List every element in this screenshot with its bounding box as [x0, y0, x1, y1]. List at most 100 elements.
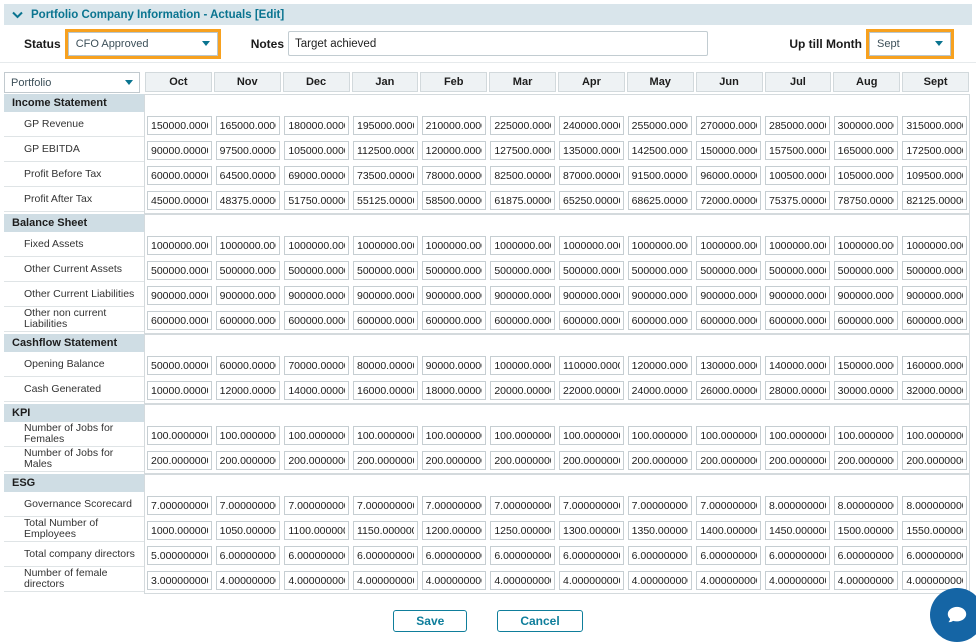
value-input[interactable]	[422, 521, 487, 540]
value-input[interactable]	[559, 521, 624, 540]
value-input[interactable]	[216, 261, 281, 280]
value-input[interactable]	[765, 311, 830, 330]
value-input[interactable]	[834, 286, 899, 305]
value-input[interactable]	[422, 546, 487, 565]
value-input[interactable]	[353, 261, 418, 280]
value-input[interactable]	[696, 521, 761, 540]
value-input[interactable]	[902, 261, 967, 280]
value-input[interactable]	[628, 451, 693, 470]
value-input[interactable]	[216, 116, 281, 135]
value-input[interactable]	[765, 381, 830, 400]
value-input[interactable]	[284, 356, 349, 375]
value-input[interactable]	[696, 426, 761, 445]
value-input[interactable]	[147, 236, 212, 255]
value-input[interactable]	[422, 166, 487, 185]
value-input[interactable]	[147, 311, 212, 330]
value-input[interactable]	[834, 496, 899, 515]
value-input[interactable]	[216, 426, 281, 445]
value-input[interactable]	[628, 496, 693, 515]
value-input[interactable]	[902, 141, 967, 160]
value-input[interactable]	[765, 261, 830, 280]
value-input[interactable]	[490, 261, 555, 280]
chat-widget-button[interactable]	[930, 588, 976, 642]
value-input[interactable]	[490, 286, 555, 305]
value-input[interactable]	[765, 546, 830, 565]
value-input[interactable]	[422, 381, 487, 400]
value-input[interactable]	[422, 426, 487, 445]
value-input[interactable]	[696, 381, 761, 400]
value-input[interactable]	[422, 141, 487, 160]
value-input[interactable]	[353, 496, 418, 515]
save-button[interactable]: Save	[393, 610, 467, 632]
value-input[interactable]	[147, 571, 212, 590]
value-input[interactable]	[216, 546, 281, 565]
value-input[interactable]	[353, 571, 418, 590]
value-input[interactable]	[559, 451, 624, 470]
cancel-button[interactable]: Cancel	[497, 610, 582, 632]
value-input[interactable]	[559, 191, 624, 210]
value-input[interactable]	[559, 546, 624, 565]
value-input[interactable]	[216, 166, 281, 185]
value-input[interactable]	[353, 356, 418, 375]
value-input[interactable]	[696, 496, 761, 515]
value-input[interactable]	[628, 191, 693, 210]
value-input[interactable]	[353, 191, 418, 210]
value-input[interactable]	[216, 521, 281, 540]
value-input[interactable]	[765, 286, 830, 305]
value-input[interactable]	[834, 571, 899, 590]
value-input[interactable]	[147, 451, 212, 470]
value-input[interactable]	[559, 116, 624, 135]
value-input[interactable]	[284, 521, 349, 540]
value-input[interactable]	[216, 356, 281, 375]
value-input[interactable]	[696, 191, 761, 210]
value-input[interactable]	[628, 571, 693, 590]
value-input[interactable]	[765, 236, 830, 255]
value-input[interactable]	[147, 426, 212, 445]
value-input[interactable]	[902, 381, 967, 400]
value-input[interactable]	[422, 191, 487, 210]
value-input[interactable]	[559, 496, 624, 515]
value-input[interactable]	[147, 166, 212, 185]
value-input[interactable]	[147, 141, 212, 160]
value-input[interactable]	[284, 236, 349, 255]
value-input[interactable]	[559, 236, 624, 255]
value-input[interactable]	[902, 116, 967, 135]
value-input[interactable]	[834, 356, 899, 375]
value-input[interactable]	[422, 451, 487, 470]
value-input[interactable]	[902, 496, 967, 515]
value-input[interactable]	[559, 426, 624, 445]
value-input[interactable]	[216, 236, 281, 255]
value-input[interactable]	[902, 451, 967, 470]
value-input[interactable]	[490, 311, 555, 330]
value-input[interactable]	[834, 311, 899, 330]
value-input[interactable]	[490, 191, 555, 210]
value-input[interactable]	[490, 166, 555, 185]
value-input[interactable]	[902, 311, 967, 330]
value-input[interactable]	[490, 521, 555, 540]
value-input[interactable]	[628, 166, 693, 185]
value-input[interactable]	[834, 191, 899, 210]
value-input[interactable]	[765, 426, 830, 445]
value-input[interactable]	[628, 381, 693, 400]
value-input[interactable]	[353, 546, 418, 565]
value-input[interactable]	[902, 356, 967, 375]
value-input[interactable]	[559, 571, 624, 590]
value-input[interactable]	[902, 426, 967, 445]
value-input[interactable]	[284, 311, 349, 330]
value-input[interactable]	[902, 191, 967, 210]
value-input[interactable]	[284, 286, 349, 305]
value-input[interactable]	[834, 116, 899, 135]
value-input[interactable]	[490, 571, 555, 590]
value-input[interactable]	[490, 356, 555, 375]
value-input[interactable]	[696, 116, 761, 135]
value-input[interactable]	[696, 356, 761, 375]
value-input[interactable]	[490, 451, 555, 470]
value-input[interactable]	[490, 426, 555, 445]
value-input[interactable]	[765, 496, 830, 515]
value-input[interactable]	[284, 381, 349, 400]
value-input[interactable]	[284, 116, 349, 135]
value-input[interactable]	[765, 141, 830, 160]
value-input[interactable]	[422, 261, 487, 280]
value-input[interactable]	[834, 451, 899, 470]
value-input[interactable]	[490, 236, 555, 255]
